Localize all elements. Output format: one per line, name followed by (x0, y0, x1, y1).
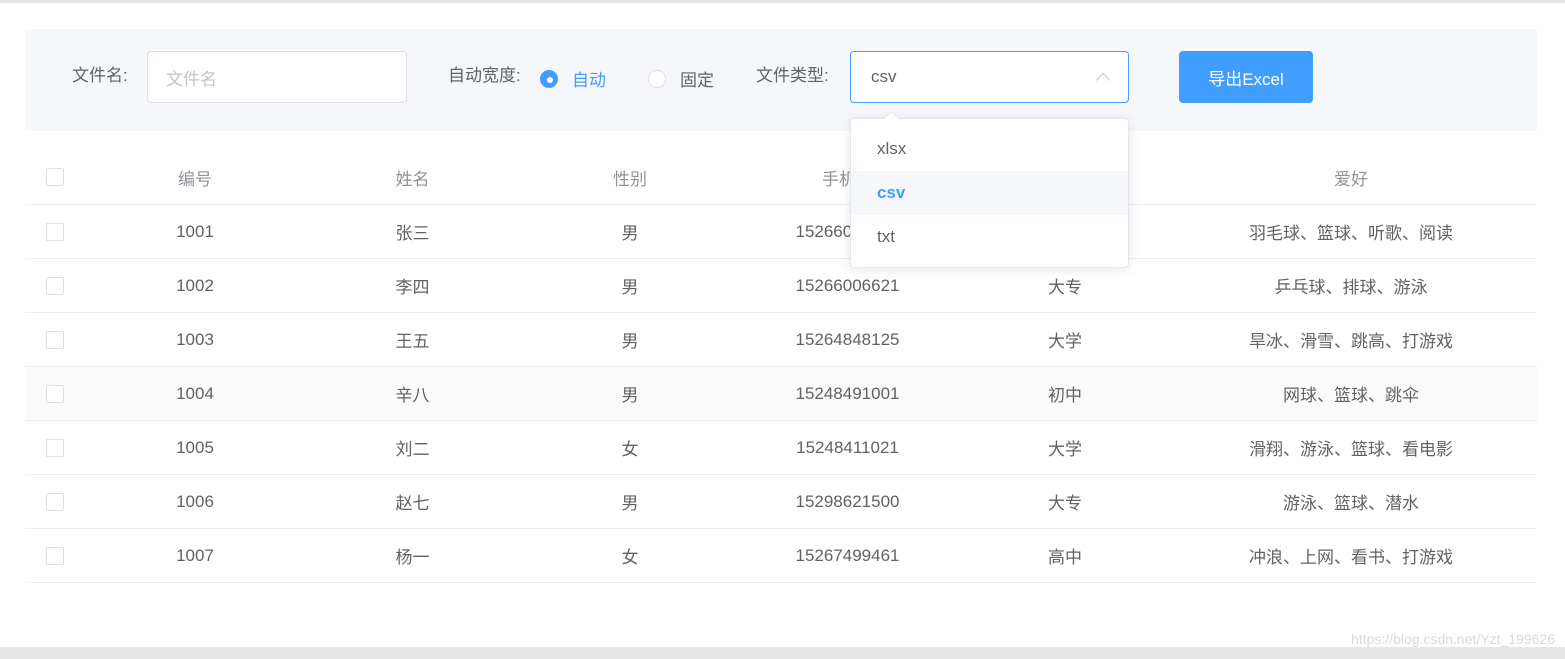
cell-id: 1002 (176, 275, 214, 295)
row-checkbox-cell (25, 313, 85, 366)
radio-auto[interactable]: 自动 (540, 66, 606, 91)
chevron-up-icon (1095, 72, 1111, 87)
cell-phone: 15298621500 (795, 491, 900, 511)
cell-phone: 15248491001 (795, 383, 900, 403)
cell-id: 1007 (176, 545, 214, 565)
cell-id: 1001 (176, 221, 214, 241)
cell-name: 辛八 (395, 386, 430, 405)
export-toolbar: 文件名: 文件名 自动宽度: 自动 固定 文件类型: csv 导出Excel (25, 29, 1537, 131)
cell-name: 杨一 (395, 548, 430, 567)
header-id[interactable]: 编号 (85, 150, 305, 204)
radio-fixed[interactable]: 固定 (648, 66, 714, 91)
cell-id: 1005 (176, 437, 214, 457)
watermark: https://blog.csdn.net/Yzt_199626 (1351, 631, 1555, 647)
header-gender[interactable]: 性别 (520, 150, 740, 204)
row-checkbox[interactable] (46, 492, 64, 511)
cell-education: 大学 (1048, 440, 1082, 459)
table-row[interactable]: 1007 杨一 女 15267499461 高中 冲浪、上网、看书、打游戏 (25, 529, 1537, 583)
cell-education: 大学 (1048, 332, 1082, 351)
cell-phone: 15264848125 (795, 329, 900, 349)
cell-id: 1004 (176, 383, 214, 403)
row-checkbox-cell (25, 475, 85, 528)
filetype-select[interactable]: csv (850, 51, 1129, 103)
export-excel-button[interactable]: 导出Excel (1179, 51, 1313, 103)
bottom-bar (0, 647, 1565, 659)
header-name[interactable]: 姓名 (305, 150, 520, 204)
table-row[interactable]: 1002 李四 男 15266006621 大专 乒乓球、排球、游泳 (25, 259, 1537, 313)
cell-gender: 男 (621, 224, 639, 243)
filename-placeholder: 文件名 (166, 69, 217, 89)
filetype-label: 文件类型: (756, 66, 829, 85)
cell-hobby: 乒乓球、排球、游泳 (1274, 278, 1428, 297)
cell-education: 初中 (1048, 386, 1082, 405)
option-txt[interactable]: txt (851, 215, 1128, 259)
cell-education: 大专 (1048, 494, 1082, 513)
radio-auto-label: 自动 (572, 71, 606, 90)
cell-gender: 女 (621, 548, 639, 567)
filetype-value: csv (871, 67, 897, 86)
cell-name: 李四 (395, 278, 430, 297)
row-checkbox[interactable] (46, 384, 64, 403)
header-checkbox-cell (25, 150, 85, 204)
row-checkbox-cell (25, 367, 85, 420)
radio-checked-icon (540, 69, 558, 88)
cell-phone: 15267499461 (795, 545, 900, 565)
cell-id: 1006 (176, 491, 214, 511)
filename-input[interactable]: 文件名 (147, 51, 407, 103)
cell-hobby: 网球、篮球、跳伞 (1283, 386, 1419, 405)
row-checkbox[interactable] (46, 330, 64, 349)
row-checkbox[interactable] (46, 222, 64, 241)
table-header: 编号 姓名 性别 手机号 学历 爱好 (25, 150, 1537, 205)
row-checkbox-cell (25, 205, 85, 258)
header-hobby[interactable]: 爱好 (1175, 150, 1527, 204)
cell-hobby: 游泳、篮球、潜水 (1283, 494, 1419, 513)
option-csv[interactable]: csv (851, 171, 1128, 215)
filetype-dropdown: xlsx csv txt (850, 118, 1129, 268)
cell-name: 赵七 (395, 494, 430, 513)
select-all-checkbox[interactable] (46, 168, 64, 186)
row-checkbox-cell (25, 259, 85, 312)
radio-fixed-label: 固定 (680, 71, 714, 90)
cell-name: 王五 (395, 332, 430, 351)
cell-gender: 男 (621, 386, 639, 405)
table-row[interactable]: 1003 王五 男 15264848125 大学 旱冰、滑雪、跳高、打游戏 (25, 313, 1537, 367)
table-row[interactable]: 1001 张三 男 15266006621 羽毛球、篮球、听歌、阅读 (25, 205, 1537, 259)
cell-hobby: 旱冰、滑雪、跳高、打游戏 (1249, 332, 1453, 351)
row-checkbox[interactable] (46, 546, 64, 565)
auto-width-label: 自动宽度: (448, 66, 521, 85)
cell-gender: 女 (621, 440, 639, 459)
cell-name: 张三 (395, 224, 430, 243)
table-row[interactable]: 1004 辛八 男 15248491001 初中 网球、篮球、跳伞 (25, 367, 1537, 421)
cell-gender: 男 (621, 278, 639, 297)
cell-hobby: 羽毛球、篮球、听歌、阅读 (1249, 224, 1453, 243)
table-row[interactable]: 1006 赵七 男 15298621500 大专 游泳、篮球、潜水 (25, 475, 1537, 529)
table-row[interactable]: 1005 刘二 女 15248411021 大学 滑翔、游泳、篮球、看电影 (25, 421, 1537, 475)
top-shadow (0, 0, 1565, 3)
cell-education: 高中 (1048, 548, 1082, 567)
cell-id: 1003 (176, 329, 214, 349)
row-checkbox[interactable] (46, 276, 64, 295)
cell-gender: 男 (621, 332, 639, 351)
cell-hobby: 冲浪、上网、看书、打游戏 (1249, 548, 1453, 567)
row-checkbox-cell (25, 529, 85, 582)
data-table: 编号 姓名 性别 手机号 学历 爱好 1001 张三 男 15266006621… (25, 150, 1537, 583)
row-checkbox[interactable] (46, 438, 64, 457)
radio-unchecked-icon (648, 69, 666, 88)
cell-hobby: 滑翔、游泳、篮球、看电影 (1249, 440, 1453, 459)
filename-label: 文件名: (72, 66, 128, 85)
cell-name: 刘二 (395, 440, 430, 459)
row-checkbox-cell (25, 421, 85, 474)
cell-gender: 男 (621, 494, 639, 513)
option-xlsx[interactable]: xlsx (851, 127, 1128, 171)
cell-phone: 15248411021 (796, 437, 899, 457)
